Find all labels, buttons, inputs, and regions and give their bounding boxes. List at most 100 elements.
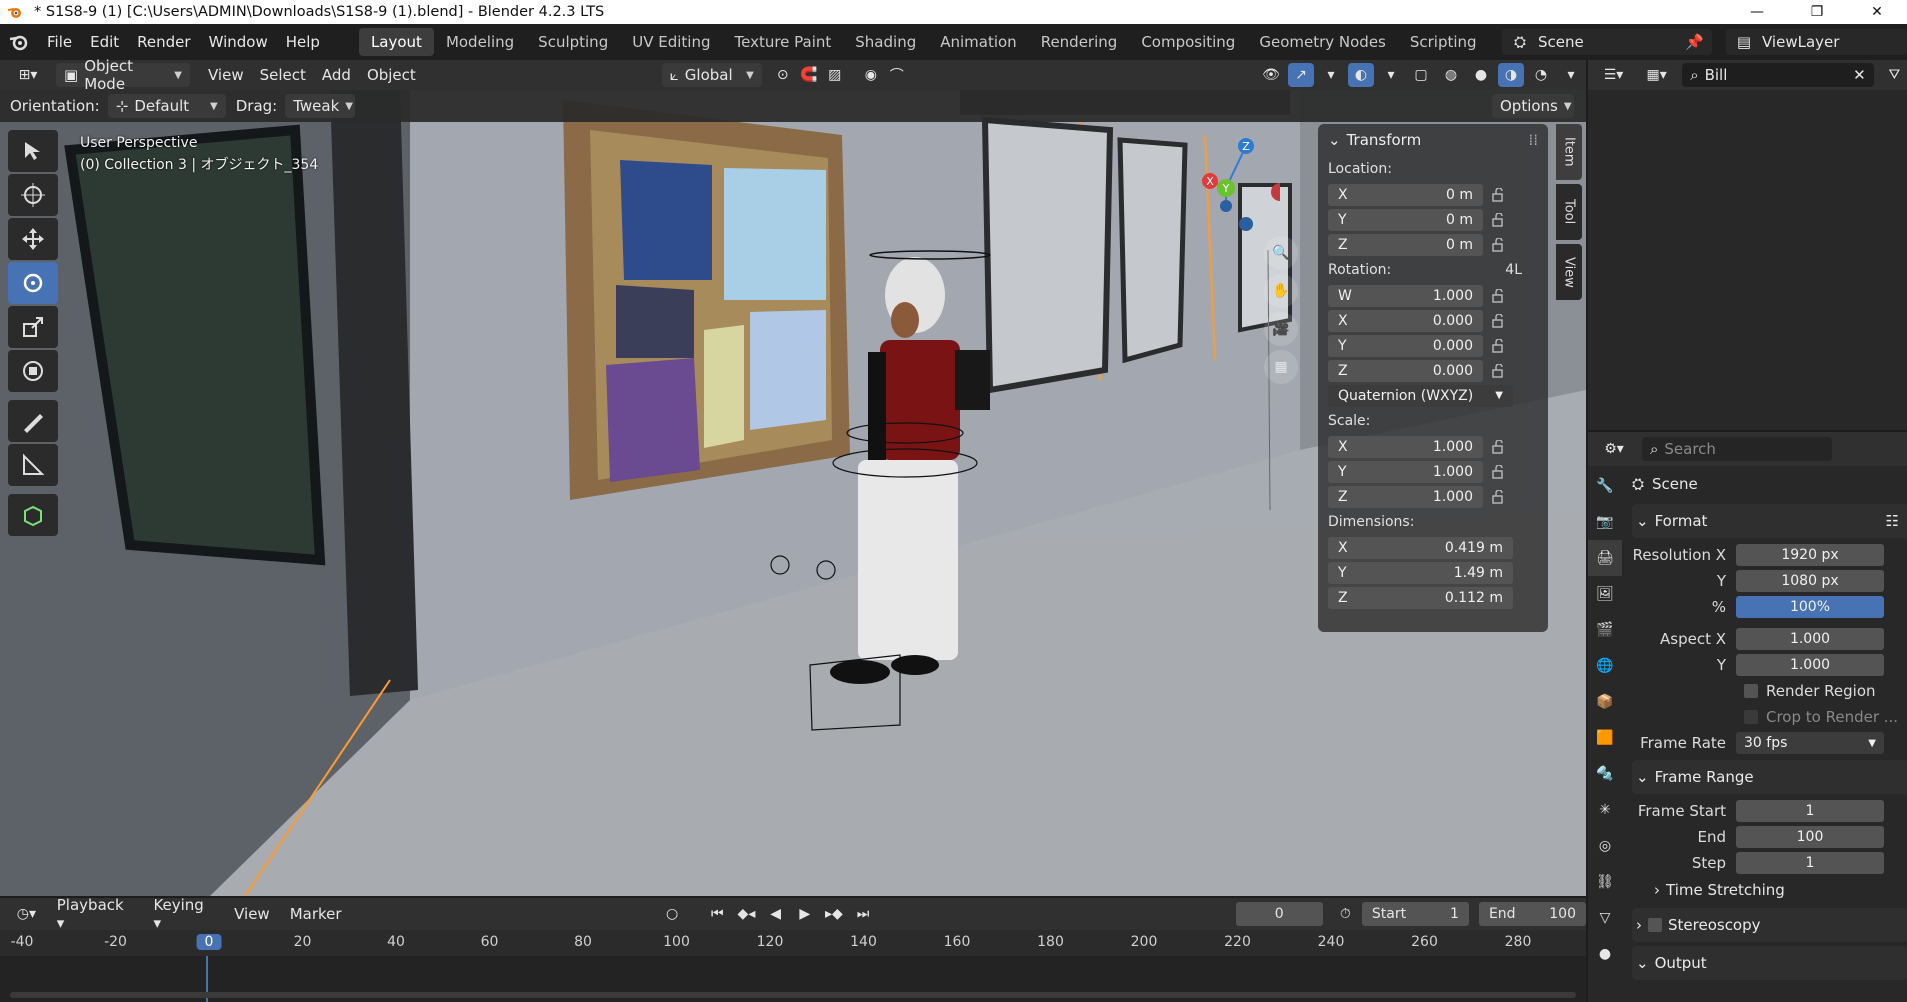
resolution-x-field[interactable]: 1920 px — [1736, 544, 1884, 566]
tab-tool[interactable]: Tool — [1556, 184, 1582, 240]
wireframe-shading-icon[interactable]: ◍ — [1438, 63, 1464, 87]
data-tab-icon[interactable]: ▽ — [1588, 900, 1622, 936]
pin-icon[interactable]: 📌 — [1685, 33, 1712, 51]
constraints-tab-icon[interactable]: ⛓ — [1588, 864, 1622, 900]
tab-sculpting[interactable]: Sculpting — [526, 28, 620, 56]
unlock-icon[interactable] — [1483, 212, 1513, 227]
zoom-icon[interactable]: 🔍 — [1264, 236, 1298, 270]
presets-icon[interactable]: ☷ — [1886, 512, 1899, 530]
menu-window[interactable]: Window — [200, 28, 277, 56]
dimension-z-field[interactable]: Z 0.112 m — [1328, 586, 1513, 609]
transform-tool-icon[interactable] — [8, 350, 58, 392]
snap-target-icon[interactable]: ▨ — [822, 63, 848, 87]
output-panel-header[interactable]: ⌄ Output — [1632, 946, 1907, 980]
tab-uv-editing[interactable]: UV Editing — [620, 28, 722, 56]
jump-end-icon[interactable]: ⏭ — [851, 902, 876, 926]
timeline-end-field[interactable]: End 100 — [1478, 902, 1586, 926]
tab-geometry-nodes[interactable]: Geometry Nodes — [1247, 28, 1398, 56]
unlock-icon[interactable] — [1483, 464, 1513, 479]
outliner-search-input[interactable]: ⌕ Bill ✕ — [1682, 63, 1874, 87]
unlock-icon[interactable] — [1483, 313, 1513, 328]
mode-dropdown[interactable]: ▣ Object Mode ▼ — [56, 57, 190, 93]
filter-icon[interactable]: ⛛ — [1882, 63, 1907, 87]
orientation-dropdown[interactable]: ⊹ Default ▼ — [107, 94, 226, 118]
tab-texture-paint[interactable]: Texture Paint — [722, 28, 843, 56]
aspect-y-field[interactable]: 1.000 — [1736, 654, 1884, 676]
display-mode-icon[interactable]: ▦▾ — [1639, 63, 1674, 87]
drag-handle-icon[interactable]: ⁞⁞ — [1528, 131, 1538, 149]
unlock-icon[interactable] — [1483, 363, 1513, 378]
view-layer-tab-icon[interactable]: 🖼 — [1588, 576, 1622, 612]
tab-modeling[interactable]: Modeling — [434, 28, 526, 56]
scale-x-field[interactable]: X 1.000 — [1328, 435, 1483, 458]
physics-tab-icon[interactable]: ◎ — [1588, 828, 1622, 864]
tab-animation[interactable]: Animation — [928, 28, 1028, 56]
resolution-percentage-field[interactable]: 100% — [1736, 596, 1884, 618]
current-frame-field[interactable]: 0 — [1235, 902, 1323, 926]
rotation-lock-4l[interactable]: 4L — [1505, 262, 1522, 278]
transform-orientation-dropdown[interactable]: ⟀ Global ▼ — [661, 63, 762, 87]
stopwatch-icon[interactable]: ⏱ — [1333, 902, 1358, 926]
cursor-tool-icon[interactable] — [8, 174, 58, 216]
overlays-icon[interactable]: ◐ — [1348, 63, 1374, 87]
tab-compositing[interactable]: Compositing — [1129, 28, 1247, 56]
frame-range-panel-header[interactable]: ⌄ Frame Range — [1632, 760, 1907, 794]
aspect-x-field[interactable]: 1.000 — [1736, 628, 1884, 650]
unlock-icon[interactable] — [1483, 439, 1513, 454]
resolution-y-field[interactable]: 1080 px — [1736, 570, 1884, 592]
tab-item[interactable]: Item — [1556, 124, 1582, 180]
xray-icon[interactable]: ▢ — [1408, 63, 1434, 87]
scale-tool-icon[interactable] — [8, 306, 58, 348]
rotation-w-field[interactable]: W 1.000 — [1328, 284, 1483, 307]
overlays-dropdown-icon[interactable]: ▾ — [1378, 63, 1404, 87]
time-stretching-subpanel[interactable]: › Time Stretching — [1632, 876, 1907, 904]
render-tab-icon[interactable]: 📷 — [1588, 504, 1622, 540]
outliner-editor-icon[interactable]: ☰▾ — [1596, 63, 1631, 87]
navigation-gizmo[interactable]: Z X Y — [1190, 128, 1289, 242]
gizmo-toggle-icon[interactable]: ↗ — [1288, 63, 1314, 87]
frame-ruler[interactable]: -40 -20 0 20 40 60 80 100 120 140 160 180 200 220 240 2… — [0, 930, 1586, 956]
unlock-icon[interactable] — [1483, 338, 1513, 353]
scene-tab-icon[interactable]: 🎬 — [1588, 612, 1622, 648]
menu-timeline-view[interactable]: View — [226, 905, 278, 923]
snap-icon[interactable]: 🧲 — [796, 63, 822, 87]
gizmo-dropdown-icon[interactable]: ▾ — [1318, 63, 1344, 87]
rotation-z-field[interactable]: Z 0.000 — [1328, 359, 1483, 382]
play-icon[interactable]: ▶ — [792, 902, 817, 926]
crop-to-render-checkbox[interactable]: Crop to Render ... — [1632, 704, 1907, 730]
annotate-tool-icon[interactable] — [8, 400, 58, 442]
solid-shading-icon[interactable]: ● — [1468, 63, 1494, 87]
clear-search-icon[interactable]: ✕ — [1853, 66, 1866, 84]
menu-keying[interactable]: Keying ▾ — [145, 896, 222, 932]
pan-hand-icon[interactable]: ✋ — [1264, 274, 1298, 308]
scale-y-field[interactable]: Y 1.000 — [1328, 460, 1483, 483]
menu-marker[interactable]: Marker — [282, 905, 350, 923]
location-y-field[interactable]: Y0 m — [1328, 208, 1483, 231]
unlock-icon[interactable] — [1483, 187, 1513, 202]
close-icon[interactable]: ✕ — [1847, 0, 1907, 24]
tab-scripting[interactable]: Scripting — [1398, 28, 1489, 56]
horizontal-scrollbar[interactable] — [10, 992, 1576, 998]
unlock-icon[interactable] — [1483, 288, 1513, 303]
frame-step-field[interactable]: 1 — [1736, 852, 1884, 874]
visibility-icon[interactable]: 👁 — [1258, 63, 1284, 87]
frame-end-field[interactable]: 100 — [1736, 826, 1884, 848]
output-tab-icon[interactable]: 🖨 — [1588, 540, 1622, 576]
modifier-tab-icon[interactable]: 🔩 — [1588, 756, 1622, 792]
dimension-y-field[interactable]: Y 1.49 m — [1328, 561, 1513, 584]
rotation-y-field[interactable]: Y 0.000 — [1328, 334, 1483, 357]
properties-editor-icon[interactable]: ⚙▾ — [1596, 437, 1632, 461]
frame-rate-dropdown[interactable]: 30 fps ▼ — [1736, 732, 1884, 754]
perspective-grid-icon[interactable]: ▦ — [1264, 350, 1298, 384]
menu-playback[interactable]: Playback ▾ — [49, 896, 142, 932]
rendered-shading-icon[interactable]: ◔ — [1528, 63, 1554, 87]
unlock-icon[interactable] — [1483, 237, 1513, 252]
format-panel-header[interactable]: ⌄ Format ☷ — [1632, 504, 1907, 538]
scene-selector[interactable]: ⛭ Scene 📌 — [1502, 29, 1712, 55]
move-tool-icon[interactable] — [8, 218, 58, 260]
jump-start-icon[interactable]: ⏮ — [705, 902, 730, 926]
play-reverse-icon[interactable]: ◀ — [763, 902, 788, 926]
menu-help[interactable]: Help — [277, 28, 329, 56]
collection-tab-icon[interactable]: 📦 — [1588, 684, 1622, 720]
timeline-editor-icon[interactable]: ◷▾ — [8, 902, 45, 926]
